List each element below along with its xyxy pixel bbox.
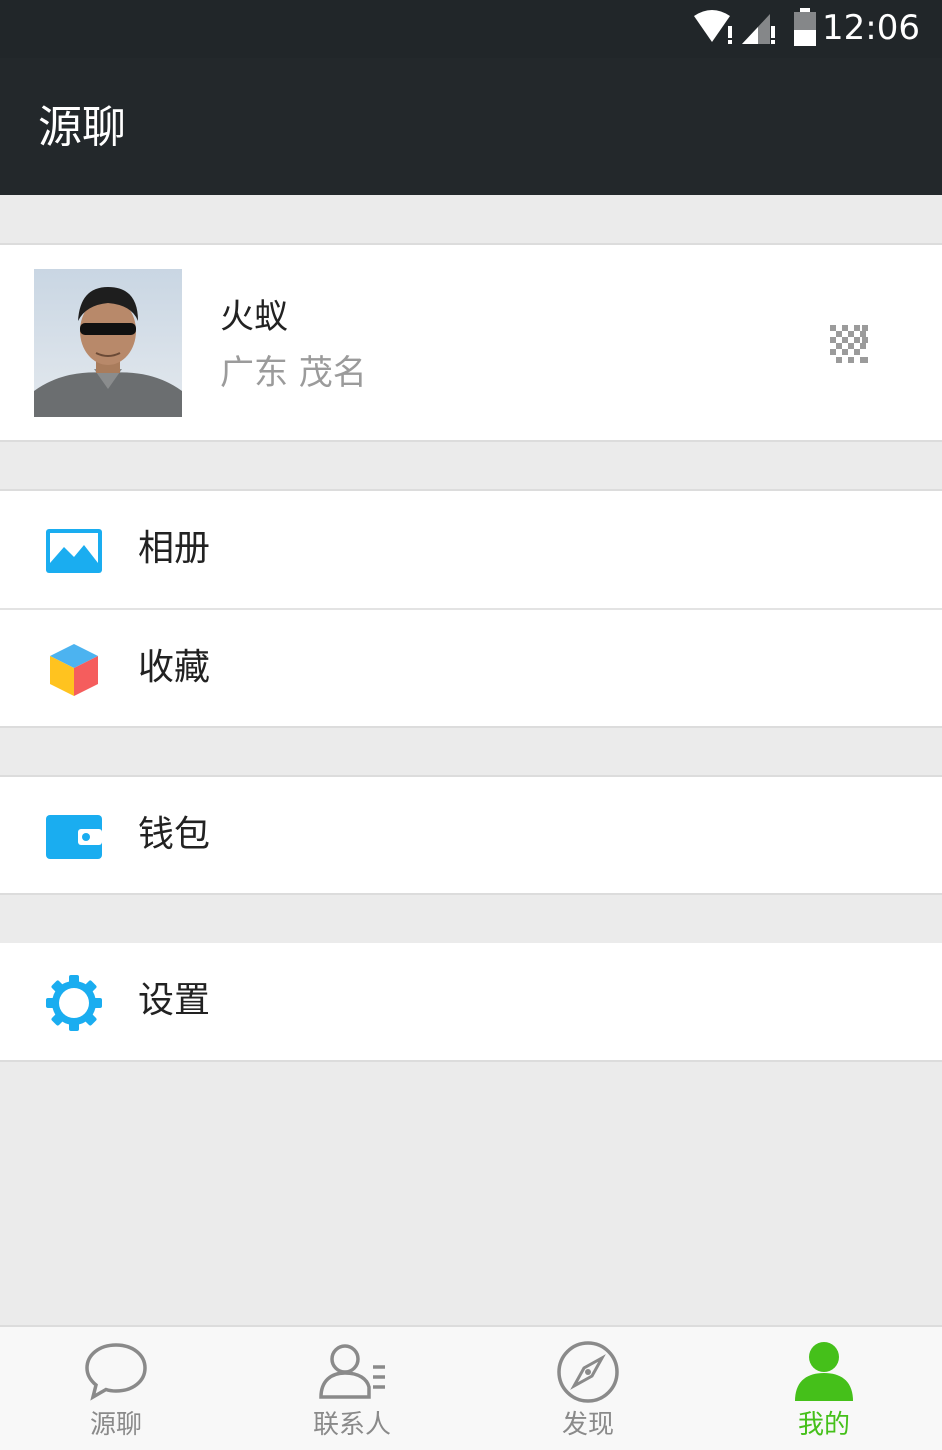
menu-item-wallet[interactable]: 钱包 (0, 777, 942, 894)
tab-me[interactable]: 我的 (749, 1327, 899, 1450)
chat-bubble-icon (85, 1343, 147, 1401)
profile-card[interactable]: 火蚁 广东 茂名 (0, 243, 942, 442)
menu-item-favorites[interactable]: 收藏 (0, 610, 942, 727)
favorites-cube-icon (50, 644, 98, 696)
tab-chats[interactable]: 源聊 (41, 1327, 191, 1450)
menu-label-wallet: 钱包 (138, 814, 211, 855)
bottom-tab-bar: 源聊 联系人 发现 我的 (0, 1325, 942, 1450)
avatar[interactable] (34, 269, 182, 417)
profile-location: 广东 茂名 (220, 353, 367, 393)
contacts-icon (319, 1344, 385, 1399)
compass-icon (557, 1341, 619, 1403)
settings-gear-icon (46, 975, 102, 1031)
menu-group-1: 相册 收藏 (0, 489, 942, 728)
tab-discover[interactable]: 发现 (513, 1327, 663, 1450)
wallet-icon (46, 815, 102, 859)
app-bar: 源聊 (0, 58, 942, 195)
tab-label-discover: 发现 (561, 1410, 614, 1440)
tab-label-chats: 源聊 (89, 1410, 142, 1440)
wifi-icon (694, 10, 732, 44)
menu-label-album: 相册 (138, 528, 211, 569)
profile-name: 火蚁 (220, 297, 288, 337)
menu-group-3: 设置 (0, 943, 942, 1062)
status-bar: 12:06 (0, 0, 942, 58)
menu-item-settings[interactable]: 设置 (0, 943, 942, 1060)
page-title: 源聊 (38, 102, 126, 153)
person-icon (795, 1342, 853, 1401)
battery-icon (794, 8, 816, 46)
signal-icon (742, 14, 775, 44)
menu-label-settings: 设置 (138, 980, 211, 1021)
menu-label-favorites: 收藏 (138, 647, 211, 688)
qr-code-icon[interactable] (830, 325, 868, 363)
status-time: 12:06 (822, 8, 920, 48)
menu-item-album[interactable]: 相册 (0, 491, 942, 608)
tab-label-me: 我的 (797, 1410, 850, 1440)
tab-contacts[interactable]: 联系人 (277, 1327, 427, 1450)
menu-group-2: 钱包 (0, 775, 942, 895)
tab-label-contacts: 联系人 (312, 1410, 391, 1440)
album-icon (46, 529, 102, 573)
